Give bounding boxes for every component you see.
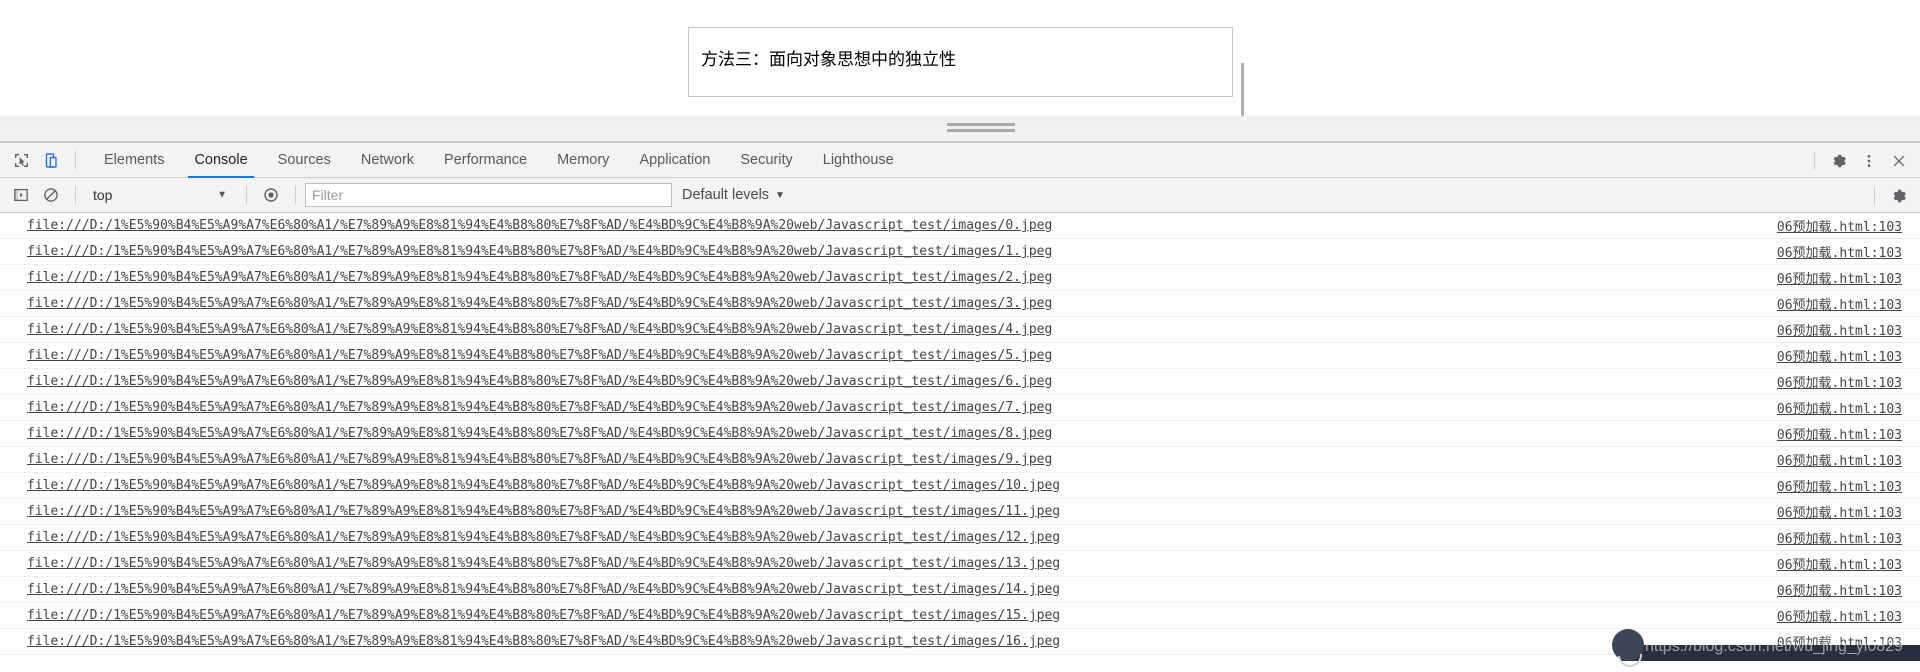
chevron-down-icon: ▼ [217, 189, 227, 201]
console-log-row[interactable]: file:///D:/1%E5%90%B4%E5%A9%A7%E6%80%A1/… [0, 525, 1920, 551]
console-log-source-link[interactable]: 06预加载.html:103 [1777, 450, 1902, 469]
splitter-grip-icon[interactable] [947, 123, 1015, 134]
console-log-url[interactable]: file:///D:/1%E5%90%B4%E5%A9%A7%E6%80%A1/… [27, 296, 1052, 311]
console-log-url[interactable]: file:///D:/1%E5%90%B4%E5%A9%A7%E6%80%A1/… [27, 556, 1060, 571]
console-log-row[interactable]: file:///D:/1%E5%90%B4%E5%A9%A7%E6%80%A1/… [0, 421, 1920, 447]
filterbar-divider-2 [246, 186, 247, 204]
devtools-tabs: Elements Console Sources Network Perform… [89, 143, 909, 178]
console-log-url[interactable]: file:///D:/1%E5%90%B4%E5%A9%A7%E6%80%A1/… [27, 478, 1060, 493]
console-log-row[interactable]: file:///D:/1%E5%90%B4%E5%A9%A7%E6%80%A1/… [0, 343, 1920, 369]
console-settings-icon[interactable] [1884, 181, 1914, 211]
console-log-url[interactable]: file:///D:/1%E5%90%B4%E5%A9%A7%E6%80%A1/… [27, 452, 1052, 467]
tab-lighthouse[interactable]: Lighthouse [808, 143, 909, 178]
tab-sources[interactable]: Sources [263, 143, 346, 178]
console-filterbar: top ▼ Default levels ▼ [0, 178, 1920, 213]
toolbar-divider-right [1814, 151, 1815, 170]
console-log-source-link[interactable]: 06预加载.html:103 [1777, 580, 1902, 599]
page-textarea[interactable]: 方法三：面向对象思想中的独立性 [688, 27, 1244, 135]
console-log-row[interactable]: file:///D:/1%E5%90%B4%E5%A9%A7%E6%80%A1/… [0, 551, 1920, 577]
console-log-row[interactable]: file:///D:/1%E5%90%B4%E5%A9%A7%E6%80%A1/… [0, 395, 1920, 421]
filterbar-divider-4 [1874, 186, 1875, 205]
console-prompt-caret-icon: > [8, 660, 16, 662]
console-log-row[interactable]: file:///D:/1%E5%90%B4%E5%A9%A7%E6%80%A1/… [0, 317, 1920, 343]
console-log-source-link[interactable]: 06预加载.html:103 [1777, 242, 1902, 261]
live-expression-icon[interactable] [256, 180, 286, 210]
console-log-url[interactable]: file:///D:/1%E5%90%B4%E5%A9%A7%E6%80%A1/… [27, 374, 1052, 389]
console-log-url[interactable]: file:///D:/1%E5%90%B4%E5%A9%A7%E6%80%A1/… [27, 322, 1052, 337]
console-log-source-link[interactable]: 06预加载.html:103 [1777, 372, 1902, 391]
console-log-url[interactable]: file:///D:/1%E5%90%B4%E5%A9%A7%E6%80%A1/… [27, 244, 1052, 259]
console-log-url[interactable]: file:///D:/1%E5%90%B4%E5%A9%A7%E6%80%A1/… [27, 270, 1052, 285]
console-log-row[interactable]: file:///D:/1%E5%90%B4%E5%A9%A7%E6%80%A1/… [0, 265, 1920, 291]
console-log-row[interactable]: file:///D:/1%E5%90%B4%E5%A9%A7%E6%80%A1/… [0, 447, 1920, 473]
console-log-row[interactable]: file:///D:/1%E5%90%B4%E5%A9%A7%E6%80%A1/… [0, 291, 1920, 317]
devtools-tabstrip-actions [1805, 143, 1914, 178]
filterbar-divider-3 [295, 186, 296, 204]
console-log-url[interactable]: file:///D:/1%E5%90%B4%E5%A9%A7%E6%80%A1/… [27, 634, 1060, 649]
console-log-url[interactable]: file:///D:/1%E5%90%B4%E5%A9%A7%E6%80%A1/… [27, 348, 1052, 363]
toolbar-divider [75, 151, 76, 169]
console-log-source-link[interactable]: 06预加载.html:103 [1777, 554, 1902, 573]
console-log-row[interactable]: file:///D:/1%E5%90%B4%E5%A9%A7%E6%80%A1/… [0, 499, 1920, 525]
console-log-row[interactable]: file:///D:/1%E5%90%B4%E5%A9%A7%E6%80%A1/… [0, 213, 1920, 239]
tab-console[interactable]: Console [179, 143, 262, 178]
gear-icon[interactable] [1824, 146, 1854, 176]
log-levels-dropdown[interactable]: Default levels ▼ [682, 187, 785, 203]
tab-memory[interactable]: Memory [542, 143, 624, 178]
filterbar-divider-1 [75, 186, 76, 204]
console-log-url[interactable]: file:///D:/1%E5%90%B4%E5%A9%A7%E6%80%A1/… [27, 504, 1060, 519]
console-log-row[interactable]: file:///D:/1%E5%90%B4%E5%A9%A7%E6%80%A1/… [0, 473, 1920, 499]
overlay-avatar [1612, 629, 1644, 661]
console-message-list[interactable]: file:///D:/1%E5%90%B4%E5%A9%A7%E6%80%A1/… [0, 213, 1920, 662]
console-log-source-link[interactable]: 06预加载.html:103 [1777, 606, 1902, 625]
tab-network[interactable]: Network [346, 143, 429, 178]
console-log-url[interactable]: file:///D:/1%E5%90%B4%E5%A9%A7%E6%80%A1/… [27, 426, 1052, 441]
console-log-row[interactable]: file:///D:/1%E5%90%B4%E5%A9%A7%E6%80%A1/… [0, 369, 1920, 395]
filterbar-right-actions [1865, 178, 1914, 213]
console-sidebar-icon[interactable] [6, 180, 36, 210]
console-log-source-link[interactable]: 06预加载.html:103 [1777, 346, 1902, 365]
console-log-source-link[interactable]: 06预加载.html:103 [1777, 424, 1902, 443]
console-log-source-link[interactable]: 06预加载.html:103 [1777, 216, 1902, 235]
console-log-source-link[interactable]: 06预加载.html:103 [1777, 320, 1902, 339]
tab-performance[interactable]: Performance [429, 143, 542, 178]
device-toolbar-icon[interactable] [36, 145, 66, 175]
console-log-row[interactable]: file:///D:/1%E5%90%B4%E5%A9%A7%E6%80%A1/… [0, 577, 1920, 603]
console-log-url[interactable]: file:///D:/1%E5%90%B4%E5%A9%A7%E6%80%A1/… [27, 582, 1060, 597]
console-log-source-link[interactable]: 06预加载.html:103 [1777, 398, 1902, 417]
filter-input[interactable] [305, 183, 672, 207]
console-log-url[interactable]: file:///D:/1%E5%90%B4%E5%A9%A7%E6%80%A1/… [27, 608, 1060, 623]
tab-elements[interactable]: Elements [89, 143, 179, 178]
console-log-row[interactable]: file:///D:/1%E5%90%B4%E5%A9%A7%E6%80%A1/… [0, 239, 1920, 265]
overlay-dark-strip [1620, 645, 1920, 661]
log-levels-label: Default levels [682, 187, 770, 203]
console-log-source-link[interactable]: 06预加载.html:103 [1777, 268, 1902, 287]
console-log-url[interactable]: file:///D:/1%E5%90%B4%E5%A9%A7%E6%80%A1/… [27, 530, 1060, 545]
console-log-source-link[interactable]: 06预加载.html:103 [1777, 528, 1902, 547]
textarea-scrollbar[interactable] [1241, 63, 1250, 135]
kebab-icon[interactable] [1854, 146, 1884, 176]
console-log-source-link[interactable]: 06预加载.html:103 [1777, 476, 1902, 495]
console-log-source-link[interactable]: 06预加载.html:103 [1777, 294, 1902, 313]
page-textarea-text: 方法三：面向对象思想中的独立性 [701, 50, 956, 70]
close-icon[interactable] [1884, 146, 1914, 176]
tab-security[interactable]: Security [725, 143, 807, 178]
devtools-tabstrip: Elements Console Sources Network Perform… [0, 143, 1920, 178]
console-log-source-link[interactable]: 06预加载.html:103 [1777, 502, 1902, 521]
execution-context-select[interactable]: top ▼ [85, 184, 237, 206]
chevron-down-icon-levels: ▼ [775, 189, 785, 201]
clear-console-icon[interactable] [36, 180, 66, 210]
devtools-splitter[interactable] [0, 116, 1920, 142]
console-log-row[interactable]: file:///D:/1%E5%90%B4%E5%A9%A7%E6%80%A1/… [0, 603, 1920, 629]
devtools-panel: Elements Console Sources Network Perform… [0, 142, 1920, 662]
tab-application[interactable]: Application [624, 143, 725, 178]
execution-context-value: top [93, 187, 113, 203]
console-log-url[interactable]: file:///D:/1%E5%90%B4%E5%A9%A7%E6%80%A1/… [27, 400, 1052, 415]
inspect-element-icon[interactable] [6, 145, 36, 175]
console-log-url[interactable]: file:///D:/1%E5%90%B4%E5%A9%A7%E6%80%A1/… [27, 218, 1052, 233]
